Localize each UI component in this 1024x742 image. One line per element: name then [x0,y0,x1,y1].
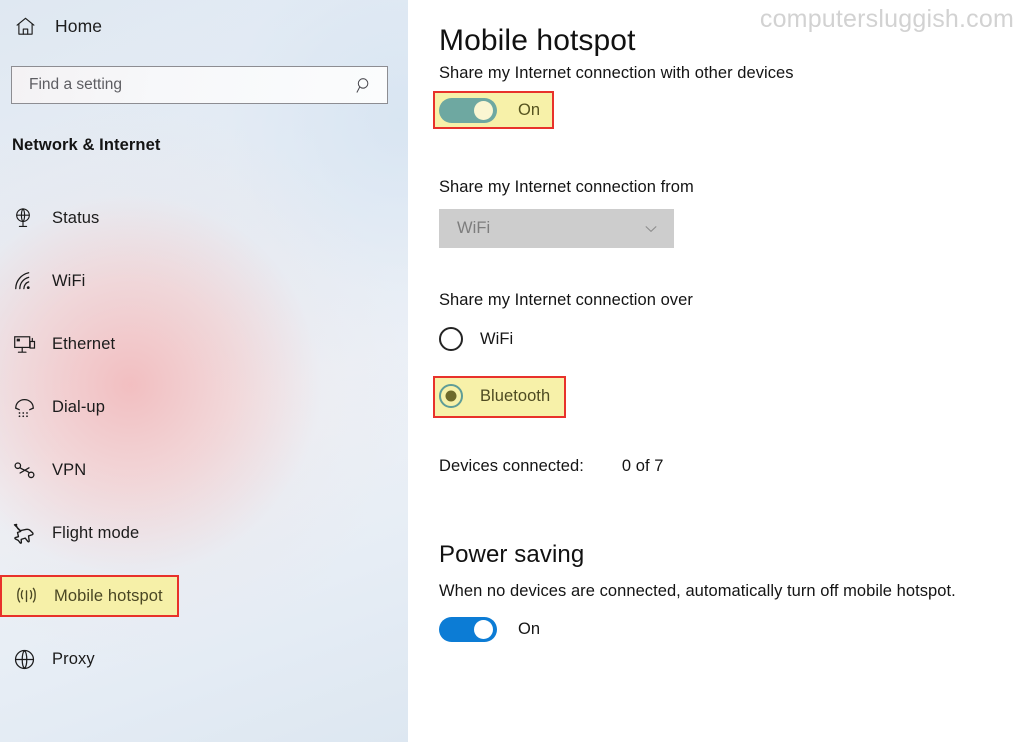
sidebar-item-status[interactable]: Status [0,197,179,239]
share-with-devices-toggle-row[interactable]: On [439,98,540,123]
search-box[interactable] [11,66,388,104]
chevron-down-icon [641,219,661,239]
devices-connected-label: Devices connected: [439,457,584,475]
power-saving-heading: Power saving [439,540,585,568]
radio-bluetooth-label: Bluetooth [480,386,551,405]
home-label: Home [55,15,103,36]
sidebar-item-dialup[interactable]: Dial-up [0,386,179,428]
power-saving-toggle-state: On [518,620,541,638]
power-saving-description: When no devices are connected, automatic… [439,582,956,600]
share-with-devices-toggle[interactable] [439,98,497,123]
share-from-label: Share my Internet connection from [439,178,694,196]
share-from-selected-value: WiFi [457,219,491,237]
devices-connected-row: Devices connected: 0 of 7 [439,457,664,476]
home-button[interactable]: Home [12,9,102,43]
globe-monitor-icon [10,204,38,232]
vpn-icon [10,456,38,484]
radio-bluetooth[interactable] [439,384,463,408]
globe-icon [10,645,38,673]
sidebar-item-label: Mobile hotspot [54,586,163,605]
sidebar-item-label: VPN [52,460,87,479]
sidebar-item-label: Proxy [52,649,95,668]
sidebar-item-ethernet[interactable]: Ethernet [0,323,179,365]
sidebar-item-proxy[interactable]: Proxy [0,638,179,680]
radio-wifi[interactable] [439,327,463,351]
share-over-option-bluetooth[interactable]: Bluetooth [439,384,550,408]
dialup-phone-icon [10,393,38,421]
sidebar-item-vpn[interactable]: VPN [0,449,179,491]
search-icon[interactable] [353,74,375,96]
sidebar-item-mobile-hotspot[interactable]: Mobile hotspot [0,575,179,617]
home-icon [12,13,38,39]
sidebar-item-label: Dial-up [52,397,105,416]
power-saving-toggle-row[interactable]: On [439,617,540,642]
toggle-knob [474,101,493,120]
share-over-option-wifi[interactable]: WiFi [439,327,513,351]
sidebar-item-label: Flight mode [52,523,140,542]
watermark: computersluggish.com [759,5,1014,33]
hotspot-icon [12,582,40,610]
sidebar-item-label: WiFi [52,271,86,290]
sidebar-section-title: Network & Internet [12,136,161,154]
settings-window: Home Network & Internet [0,0,1024,742]
share-with-devices-toggle-state: On [518,101,541,119]
sidebar-item-label: Status [52,208,100,227]
wifi-icon [10,267,38,295]
power-saving-toggle[interactable] [439,617,497,642]
devices-connected-value: 0 of 7 [621,457,664,475]
toggle-knob [474,620,493,639]
sidebar-item-wifi[interactable]: WiFi [0,260,179,302]
sidebar-nav-list: Status WiFi Ethernet Dial-up VPN Flight … [0,197,408,701]
airplane-icon [10,519,38,547]
sidebar: Home Network & Internet [0,0,408,742]
share-over-label: Share my Internet connection over [439,291,693,309]
radio-wifi-label: WiFi [480,329,514,348]
share-with-devices-label: Share my Internet connection with other … [439,64,794,82]
ethernet-icon [10,330,38,358]
page-title: Mobile hotspot [439,24,636,58]
search-input[interactable] [29,76,353,94]
main-content: computersluggish.com Mobile hotspot Shar… [408,0,1024,742]
sidebar-item-label: Ethernet [52,334,116,353]
sidebar-item-flight-mode[interactable]: Flight mode [0,512,179,554]
share-from-dropdown[interactable]: WiFi [439,209,674,248]
